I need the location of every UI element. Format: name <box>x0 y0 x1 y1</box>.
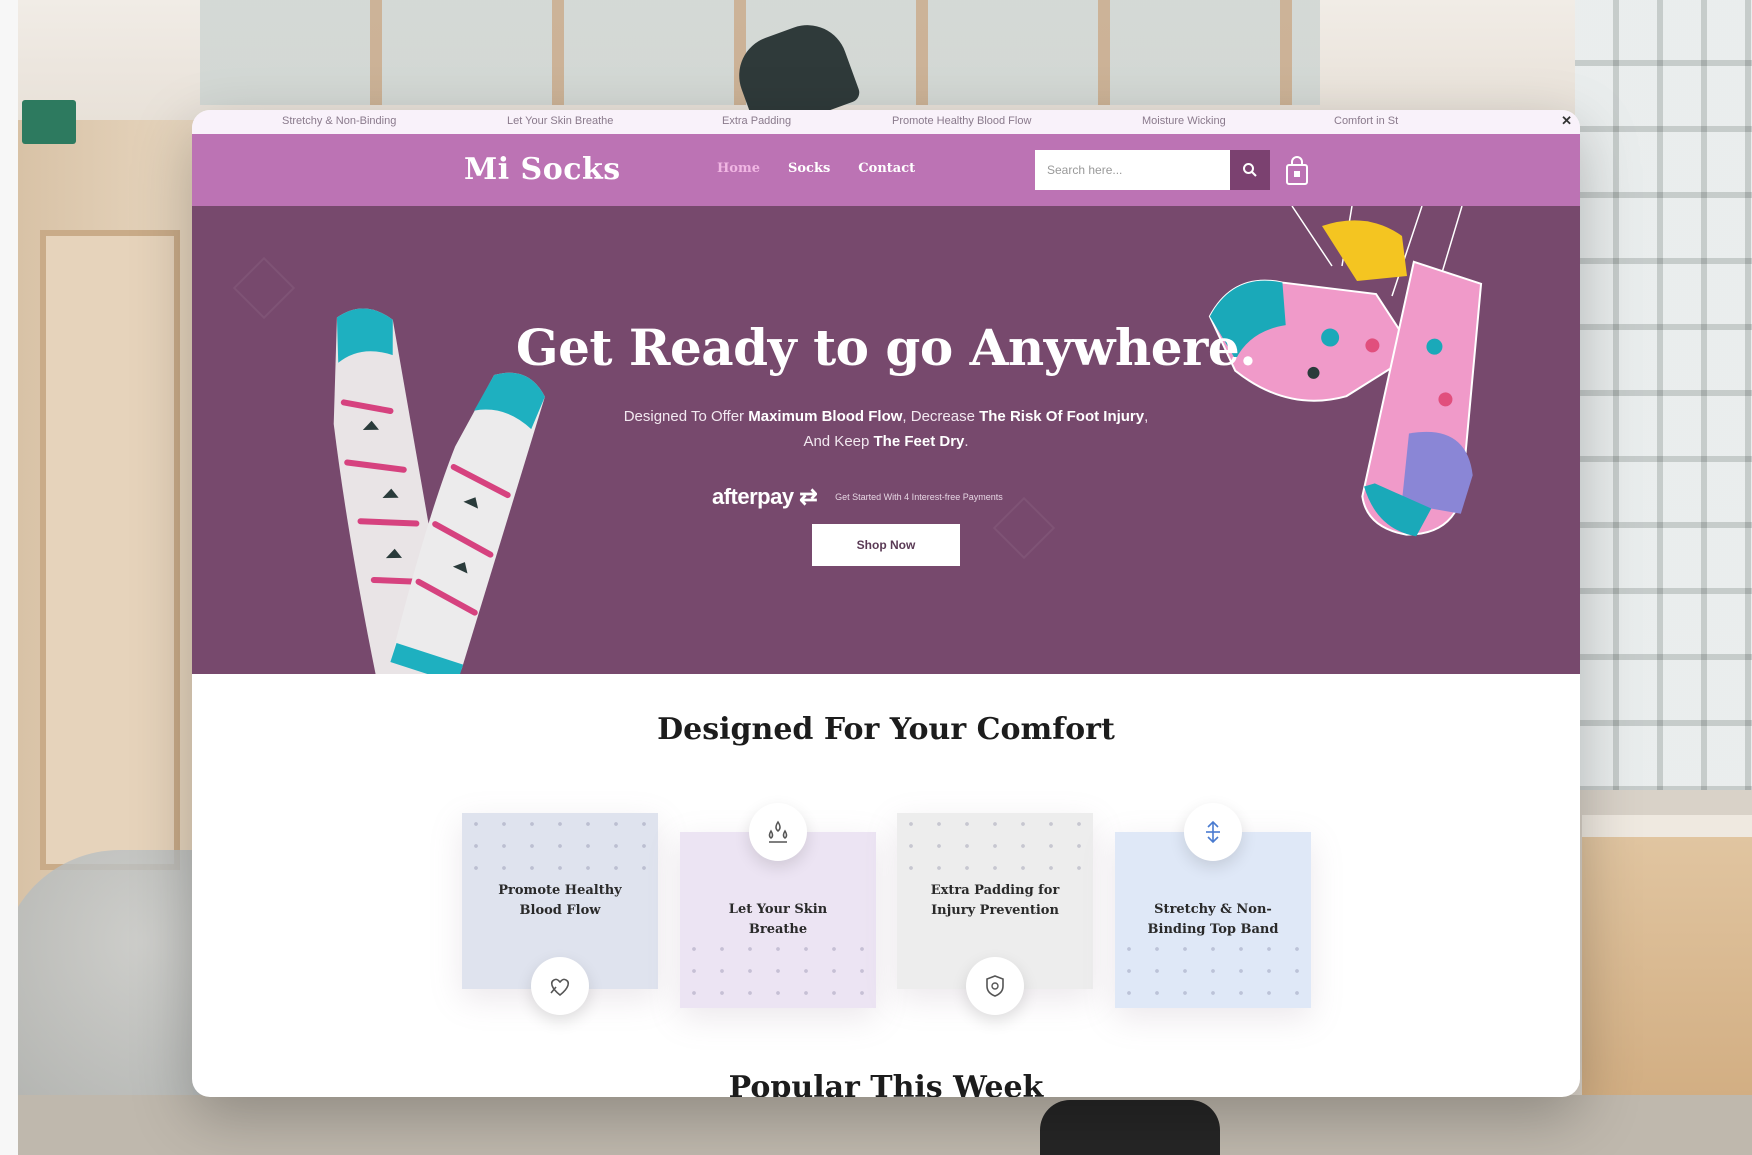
main-nav: Home Socks Contact <box>717 161 915 176</box>
ticker-item: Let Your Skin Breathe <box>507 115 614 127</box>
nav-socks[interactable]: Socks <box>788 161 830 176</box>
shield-icon <box>966 957 1024 1015</box>
afterpay-promo: afterpay ⇄ Get Started With 4 Interest-f… <box>712 484 1003 510</box>
feature-label: Stretchy & Non-Binding Top Band <box>1147 902 1279 937</box>
popular-title: Popular This Week <box>728 1070 1044 1097</box>
announcement-ticker: Stretchy & Non-Binding Let Your Skin Bre… <box>192 110 1580 134</box>
feature-label: Promote Healthy Blood Flow <box>498 883 622 918</box>
exit-sign-icon <box>22 100 76 144</box>
afterpay-logo-text: afterpay <box>712 484 794 509</box>
shop-now-button[interactable]: Shop Now <box>812 524 960 566</box>
website-window: Stretchy & Non-Binding Let Your Skin Bre… <box>192 110 1580 1097</box>
dot-pattern <box>462 813 658 883</box>
close-icon[interactable]: ✕ <box>1561 113 1572 129</box>
right-windows <box>1575 0 1752 790</box>
hero-subtitle: Designed To Offer Maximum Blood Flow, De… <box>622 404 1150 454</box>
afterpay-logo: afterpay ⇄ <box>712 484 818 510</box>
droplets-icon <box>749 803 807 861</box>
door <box>40 230 180 870</box>
site-header: Mi Socks Home Socks Contact <box>192 134 1580 206</box>
monitor-stand <box>1040 1100 1220 1155</box>
ticker-item: Promote Healthy Blood Flow <box>892 115 1032 127</box>
search-icon <box>1243 163 1257 177</box>
subtitle-text: , Decrease <box>902 408 980 425</box>
site-logo[interactable]: Mi Socks <box>464 152 621 187</box>
nav-contact[interactable]: Contact <box>858 161 915 176</box>
subtitle-text: . <box>964 433 969 450</box>
dot-pattern <box>1115 938 1311 1008</box>
ticker-item: Extra Padding <box>722 115 792 127</box>
hero-title: Get Ready to go Anywhere. <box>515 318 1257 377</box>
afterpay-note: Get Started With 4 Interest-free Payment… <box>835 492 1003 502</box>
ticker-item: Moisture Wicking <box>1142 115 1226 127</box>
dot-pattern <box>897 813 1093 883</box>
afterpay-arrows-icon: ⇄ <box>799 484 818 509</box>
nav-home[interactable]: Home <box>717 161 760 176</box>
hero-banner: Get Ready to go Anywhere. Designed To Of… <box>192 206 1580 674</box>
ticker-item: Comfort in St <box>1334 115 1399 127</box>
ticker-item: Stretchy & Non-Binding <box>282 115 397 127</box>
floor <box>0 1095 1752 1155</box>
features-title: Designed For Your Comfort <box>657 712 1115 747</box>
frame-edge <box>0 0 18 1155</box>
heart-hand-icon <box>531 957 589 1015</box>
decorative-diamond <box>232 256 296 320</box>
subtitle-text: Designed To Offer <box>623 408 749 425</box>
dot-pattern <box>680 938 876 1008</box>
subtitle-emphasis: The Risk Of Foot Injury <box>979 408 1145 425</box>
subtitle-emphasis: Maximum Blood Flow <box>748 408 903 425</box>
feature-label: Extra Padding for Injury Prevention <box>930 883 1060 918</box>
stretch-icon <box>1184 803 1242 861</box>
feature-label: Let Your Skin Breathe <box>728 902 828 937</box>
subtitle-emphasis: The Feet Dry <box>873 433 965 450</box>
sock-pair-right-image <box>1208 206 1483 537</box>
search-input[interactable] <box>1035 150 1230 190</box>
shopping-bag-icon[interactable] <box>1284 156 1310 186</box>
search-button[interactable] <box>1230 150 1270 190</box>
